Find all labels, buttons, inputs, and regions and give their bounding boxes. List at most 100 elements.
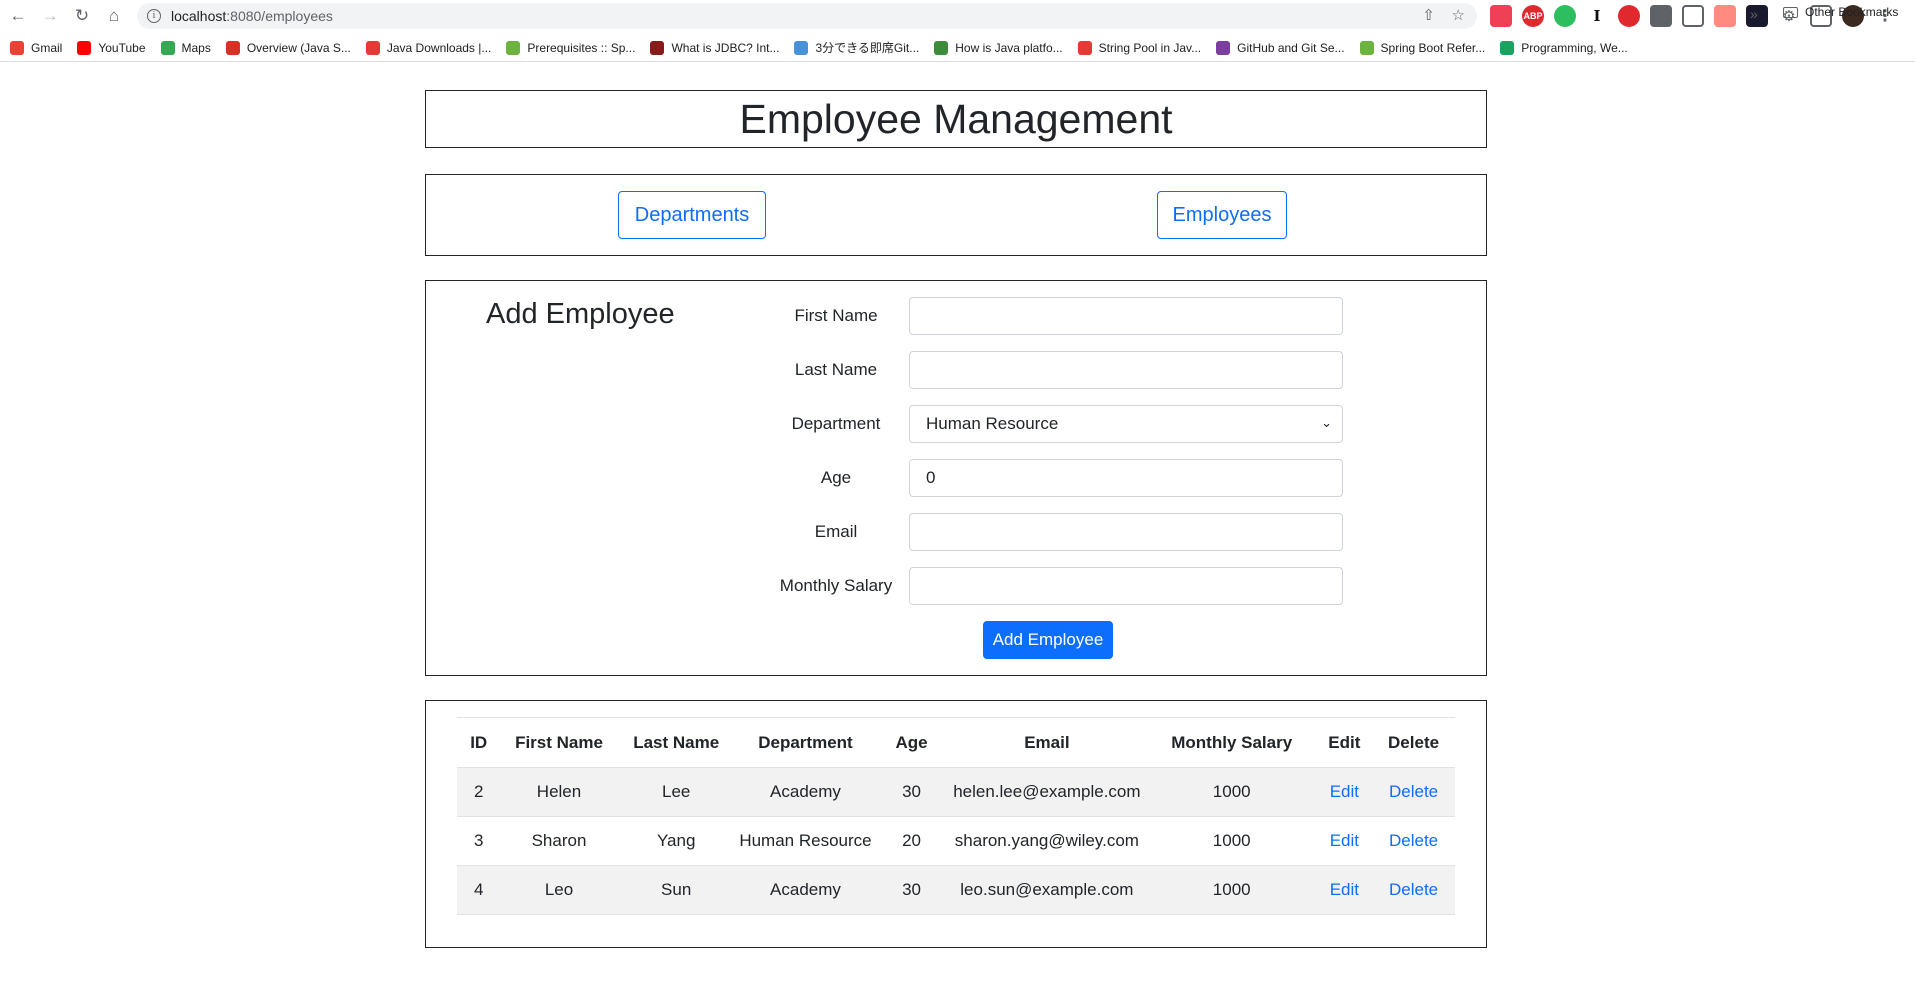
bookmark-label: Programming, We... xyxy=(1521,40,1628,55)
edit-link[interactable]: Edit xyxy=(1330,831,1359,850)
departments-button[interactable]: Departments xyxy=(618,191,766,239)
spring-icon xyxy=(1359,40,1374,55)
opera-extension-icon[interactable] xyxy=(1618,5,1640,27)
red-extension-icon[interactable] xyxy=(1714,5,1736,27)
cell-last-name: Yang xyxy=(617,816,735,866)
bookmark-item[interactable]: Overview (Java S... xyxy=(225,40,351,55)
cell-age: 20 xyxy=(876,816,947,866)
add-employee-form: Add Employee First Name Last Name Depart… xyxy=(425,280,1487,676)
adblock-extension-icon[interactable]: ABP xyxy=(1522,5,1544,27)
cell-edit: Edit xyxy=(1316,816,1373,866)
bookmark-label: String Pool in Jav... xyxy=(1098,40,1202,55)
edit-link[interactable]: Edit xyxy=(1330,782,1359,801)
table-row: 3 Sharon Yang Human Resource 20 sharon.y… xyxy=(457,816,1455,866)
col-header-delete: Delete xyxy=(1372,717,1455,768)
add-employee-button[interactable]: Add Employee xyxy=(983,621,1113,659)
employees-button[interactable]: Employees xyxy=(1157,191,1287,239)
header-box: Employee Management xyxy=(425,90,1487,148)
cell-email: helen.lee@example.com xyxy=(946,767,1147,817)
cell-id: 2 xyxy=(457,767,501,817)
reload-icon[interactable]: ↻ xyxy=(66,0,98,32)
cell-department: Academy xyxy=(734,865,877,915)
bookmark-label: Maps xyxy=(181,40,211,55)
bookmark-item[interactable]: Java Downloads |... xyxy=(365,40,492,55)
department-row: Department Human Resource ⌄ xyxy=(426,405,1488,443)
folder-icon xyxy=(1783,6,1798,18)
maps-icon xyxy=(160,40,175,55)
bookmark-item[interactable]: GitHub and Git Se... xyxy=(1216,40,1345,55)
age-input[interactable]: 0 xyxy=(909,459,1343,497)
oracle-icon xyxy=(225,40,240,55)
bookmark-item[interactable]: How is Java platfo... xyxy=(934,40,1063,55)
salary-input[interactable] xyxy=(909,567,1343,605)
bookmark-item[interactable]: YouTube xyxy=(77,40,146,55)
department-selected-value: Human Resource xyxy=(926,414,1059,433)
bookmark-star-icon[interactable]: ☆ xyxy=(1452,6,1465,24)
bookmark-item[interactable]: What is JDBC? Int... xyxy=(650,40,780,55)
col-header-edit: Edit xyxy=(1316,717,1373,768)
bookmark-item[interactable]: Gmail xyxy=(10,40,62,55)
site-info-icon[interactable]: i xyxy=(147,9,161,23)
cell-first-name: Leo xyxy=(500,865,618,915)
cell-first-name: Sharon xyxy=(500,816,618,866)
col-header-department: Department xyxy=(734,717,877,768)
url-path: :8080/employees xyxy=(226,8,333,24)
edit-link[interactable]: Edit xyxy=(1330,880,1359,899)
delete-link[interactable]: Delete xyxy=(1389,880,1438,899)
cell-edit: Edit xyxy=(1316,767,1373,817)
employee-table: ID First Name Last Name Department Age E… xyxy=(457,717,1455,915)
bookmark-item[interactable]: String Pool in Jav... xyxy=(1077,40,1202,55)
cell-first-name: Helen xyxy=(500,767,618,817)
address-bar[interactable]: i localhost:8080/employees ⇧ ☆ xyxy=(137,3,1477,29)
department-select[interactable]: Human Resource ⌄ xyxy=(909,405,1343,443)
cell-salary: 1000 xyxy=(1146,865,1317,915)
bookmark-label: YouTube xyxy=(98,40,146,55)
bookmarks-overflow-button[interactable]: » xyxy=(1750,6,1758,22)
home-icon[interactable]: ⌂ xyxy=(98,0,130,32)
cell-department: Human Resource xyxy=(734,816,877,866)
delete-link[interactable]: Delete xyxy=(1389,831,1438,850)
bookmark-label: GitHub and Git Se... xyxy=(1237,40,1345,55)
back-arrow-icon[interactable]: ← xyxy=(2,0,34,32)
pocket-extension-icon[interactable] xyxy=(1490,5,1512,27)
col-header-id: ID xyxy=(457,717,501,768)
cell-delete: Delete xyxy=(1372,865,1455,915)
evernote-extension-icon[interactable] xyxy=(1554,5,1576,27)
grid-extension-icon[interactable] xyxy=(1650,5,1672,27)
other-bookmarks-label: Other Bookmarks xyxy=(1805,5,1899,19)
bookmark-label: Spring Boot Refer... xyxy=(1380,40,1486,55)
col-header-salary: Monthly Salary xyxy=(1146,717,1317,768)
chevron-down-icon: ⌄ xyxy=(1321,415,1332,430)
cell-salary: 1000 xyxy=(1146,767,1317,817)
bookmark-item[interactable]: Spring Boot Refer... xyxy=(1359,40,1486,55)
chat-extension-icon[interactable] xyxy=(1682,5,1704,27)
cell-age: 30 xyxy=(876,767,947,817)
bookmark-label: How is Java platfo... xyxy=(955,40,1063,55)
cell-delete: Delete xyxy=(1372,816,1455,866)
link-icon xyxy=(1077,40,1092,55)
delete-link[interactable]: Delete xyxy=(1389,782,1438,801)
bookmark-item[interactable]: Maps xyxy=(160,40,211,55)
last-name-input[interactable] xyxy=(909,351,1343,389)
link-icon xyxy=(934,40,949,55)
bookmark-label: 3分できる即席Git... xyxy=(815,41,920,55)
bookmark-item[interactable]: 3分できる即席Git... xyxy=(794,39,919,56)
forward-arrow-icon[interactable]: → xyxy=(34,0,66,32)
oracle-icon xyxy=(365,40,380,55)
table-row: 2 Helen Lee Academy 30 helen.lee@example… xyxy=(457,767,1455,817)
bookmark-item[interactable]: Prerequisites :: Sp... xyxy=(506,40,636,55)
col-header-first-name: First Name xyxy=(500,717,618,768)
first-name-input[interactable] xyxy=(909,297,1343,335)
share-icon[interactable]: ⇧ xyxy=(1422,6,1435,24)
col-header-last-name: Last Name xyxy=(617,717,735,768)
bookmark-label: Java Downloads |... xyxy=(386,40,492,55)
bookmark-item[interactable]: Programming, We... xyxy=(1500,40,1628,55)
other-bookmarks-folder[interactable]: Other Bookmarks xyxy=(1783,5,1898,19)
link-icon xyxy=(1500,40,1515,55)
instapaper-extension-icon[interactable]: I xyxy=(1586,5,1608,27)
email-input[interactable] xyxy=(909,513,1343,551)
cell-id: 4 xyxy=(457,865,501,915)
salary-row: Monthly Salary xyxy=(426,567,1488,605)
bookmark-label: What is JDBC? Int... xyxy=(671,40,780,55)
bookmark-label: Prerequisites :: Sp... xyxy=(527,40,636,55)
